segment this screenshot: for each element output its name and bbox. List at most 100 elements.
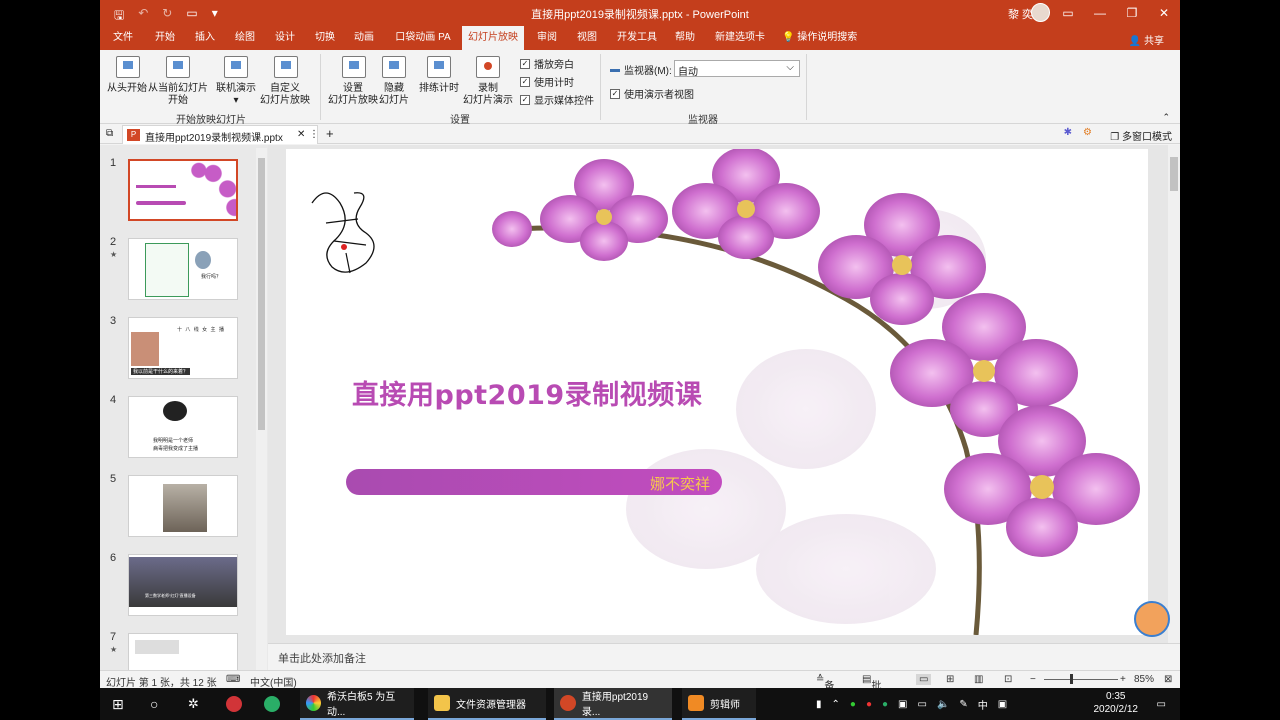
ime-mode-icon[interactable]: ▣ — [998, 699, 1007, 710]
taskbar-app-explorer[interactable]: 文件资源管理器 — [428, 688, 546, 720]
tab-view[interactable]: 视图 — [572, 26, 602, 50]
clock[interactable]: 0:35 2020/2/12 — [1094, 690, 1139, 716]
show-hidden-icons-icon[interactable]: ⌃ — [832, 699, 840, 710]
new-tab-icon[interactable]: + — [326, 126, 334, 141]
play-from-current-icon[interactable] — [166, 56, 190, 78]
fit-to-window-icon[interactable]: ⊠ — [1164, 674, 1172, 685]
task-view-icon[interactable]: ✲ — [188, 688, 199, 720]
slide-thumbnail-5[interactable] — [128, 475, 238, 537]
tab-draw[interactable]: 绘图 — [230, 26, 260, 50]
collapse-ribbon-icon[interactable]: ⌃ — [1162, 112, 1170, 123]
slide-thumbnail-7[interactable] — [128, 633, 238, 670]
author-banner[interactable]: 娜不奕祥 — [346, 469, 722, 495]
slide-thumbnail-3[interactable]: 十 八 线 女 主 播 我以前是干什么的来着？ — [128, 317, 238, 379]
tab-help[interactable]: 帮助 — [670, 26, 700, 50]
more-icon[interactable]: ⋮ — [309, 129, 319, 140]
online-present-button[interactable]: 联机演示 ▾ — [214, 83, 258, 107]
custom-show-icon[interactable] — [274, 56, 298, 78]
tab-developer[interactable]: 开发工具 — [612, 26, 662, 50]
multi-window-button[interactable]: ❐ 多窗口模式 — [1110, 128, 1172, 143]
scrollbar-thumb[interactable] — [1170, 157, 1178, 191]
online-present-icon[interactable] — [224, 56, 248, 78]
from-start-button[interactable]: 从头开始 — [106, 83, 148, 95]
slide-thumbnail-1[interactable] — [128, 159, 238, 221]
pen-icon[interactable]: ✎ — [959, 699, 967, 710]
taskbar-app-powerpoint[interactable]: 直接用ppt2019录... — [554, 688, 672, 720]
comments-toggle[interactable]: ▤ 批注 — [862, 674, 881, 688]
record-icon[interactable] — [476, 56, 500, 78]
spellcheck-icon[interactable]: ⌨ — [226, 674, 240, 685]
zoom-in-icon[interactable]: + — [1120, 674, 1126, 685]
reading-view-icon[interactable]: ▥ — [974, 674, 983, 685]
slide-thumbnail-4[interactable]: 我明明是一个老师 病毒把我变成了主播 — [128, 396, 238, 458]
setup-show-button[interactable]: 设置 幻灯片放映 — [326, 83, 380, 107]
volume-icon[interactable]: 🔈 — [937, 699, 949, 710]
slideshow-view-icon[interactable]: ⊡ — [1004, 674, 1012, 685]
tray-app-icon[interactable]: ● — [850, 699, 856, 710]
use-timings-checkbox[interactable]: ✓ 使用计时 — [520, 74, 574, 89]
slide-title[interactable]: 直接用ppt2019录制视频课 — [352, 373, 702, 412]
slide-thumbnail-2[interactable]: 我行吗？ — [128, 238, 238, 300]
normal-view-icon[interactable]: ▭ — [916, 674, 932, 685]
close-tab-icon[interactable]: ✕ — [297, 129, 305, 140]
tab-insert[interactable]: 插入 — [190, 26, 220, 50]
pinned-app-icon[interactable] — [226, 688, 242, 720]
zoom-out-icon[interactable]: − — [1030, 674, 1036, 685]
zoom-level[interactable]: 85% — [1134, 674, 1154, 685]
file-list-icon[interactable]: ⧉ — [106, 128, 113, 139]
tab-home[interactable]: 开始 — [150, 26, 180, 50]
play-from-start-icon[interactable] — [116, 56, 140, 78]
ribbon-display-icon[interactable]: ▭ — [1052, 0, 1084, 26]
editor-scrollbar[interactable] — [1168, 145, 1180, 643]
play-narrations-checkbox[interactable]: ✓ 播放旁白 — [520, 56, 574, 71]
settings-icon[interactable]: ⚙ — [1083, 127, 1092, 138]
hide-slide-button[interactable]: 隐藏 幻灯片 — [376, 83, 412, 107]
thumbnail-scrollbar[interactable] — [256, 148, 267, 670]
zoom-slider-thumb[interactable] — [1070, 674, 1073, 684]
rehearse-timings-button[interactable]: 排练计时 — [416, 83, 462, 95]
tell-me-search[interactable]: 💡 操作说明搜索 — [782, 26, 872, 50]
slide-sorter-icon[interactable]: ⊞ — [946, 674, 954, 685]
tab-slideshow[interactable]: 幻灯片放映 — [462, 26, 524, 50]
notification-icon[interactable]: ▭ — [1157, 688, 1166, 720]
tab-file[interactable]: 文件 — [108, 26, 138, 50]
minimize-icon[interactable]: — — [1084, 0, 1116, 26]
tab-pocket-animation[interactable]: 口袋动画 PA — [390, 26, 456, 50]
network-icon[interactable]: ▭ — [918, 699, 927, 710]
notes-toggle[interactable]: ≙ 备注 — [816, 674, 834, 688]
taskbar-app-easinote[interactable]: 希沃白板5 为互动... — [300, 688, 414, 720]
custom-show-button[interactable]: 自定义 幻灯片放映 — [256, 83, 314, 107]
hide-slide-icon[interactable] — [382, 56, 406, 78]
tab-new[interactable]: 新建选项卡 — [710, 26, 770, 50]
start-icon[interactable]: ⊞ — [112, 688, 124, 720]
restore-icon[interactable]: ❐ — [1116, 0, 1148, 26]
setup-show-icon[interactable] — [342, 56, 366, 78]
record-show-button[interactable]: 录制 幻灯片演示 — [458, 83, 518, 107]
slide-thumbnail-6[interactable]: 第三数学老师“红灯”直播设备 — [128, 554, 238, 616]
avatar[interactable] — [1031, 3, 1050, 22]
presenter-view-checkbox[interactable]: ✓ 使用演示者视图 — [610, 86, 694, 101]
tab-design[interactable]: 设计 — [270, 26, 300, 50]
slide-canvas[interactable]: 直接用ppt2019录制视频课 娜不奕祥 — [286, 149, 1148, 635]
language-indicator[interactable]: 中文(中国) — [250, 674, 297, 688]
close-icon[interactable]: ✕ — [1148, 0, 1180, 26]
zoom-slider[interactable] — [1044, 679, 1118, 680]
battery-icon[interactable]: ▮ — [816, 699, 822, 710]
show-media-controls-checkbox[interactable]: ✓ 显示媒体控件 — [520, 92, 594, 107]
tab-transitions[interactable]: 切换 — [310, 26, 340, 50]
taskbar-app-editor[interactable]: 剪辑师 — [682, 688, 756, 720]
monitor-select[interactable]: 自动 ⌵ — [674, 60, 800, 78]
document-tab[interactable]: P 直接用ppt2019录制视频课.pptx ✕ ⋮ — [122, 125, 319, 144]
tray-app-icon[interactable]: ▣ — [898, 699, 907, 710]
scrollbar-thumb[interactable] — [258, 158, 265, 430]
tool-icon[interactable]: ✱ — [1064, 127, 1072, 138]
tab-review[interactable]: 审阅 — [532, 26, 562, 50]
tray-app-icon[interactable]: ● — [866, 699, 872, 710]
from-current-button[interactable]: 从当前幻灯片 开始 — [148, 83, 208, 107]
wechat-tray-icon[interactable]: ● — [882, 699, 888, 710]
wechat-icon[interactable] — [264, 688, 280, 720]
search-icon[interactable]: ○ — [150, 688, 158, 720]
tab-animations[interactable]: 动画 — [349, 26, 379, 50]
share-button[interactable]: 👤 共享 — [1129, 32, 1164, 47]
rehearse-timings-icon[interactable] — [427, 56, 451, 78]
